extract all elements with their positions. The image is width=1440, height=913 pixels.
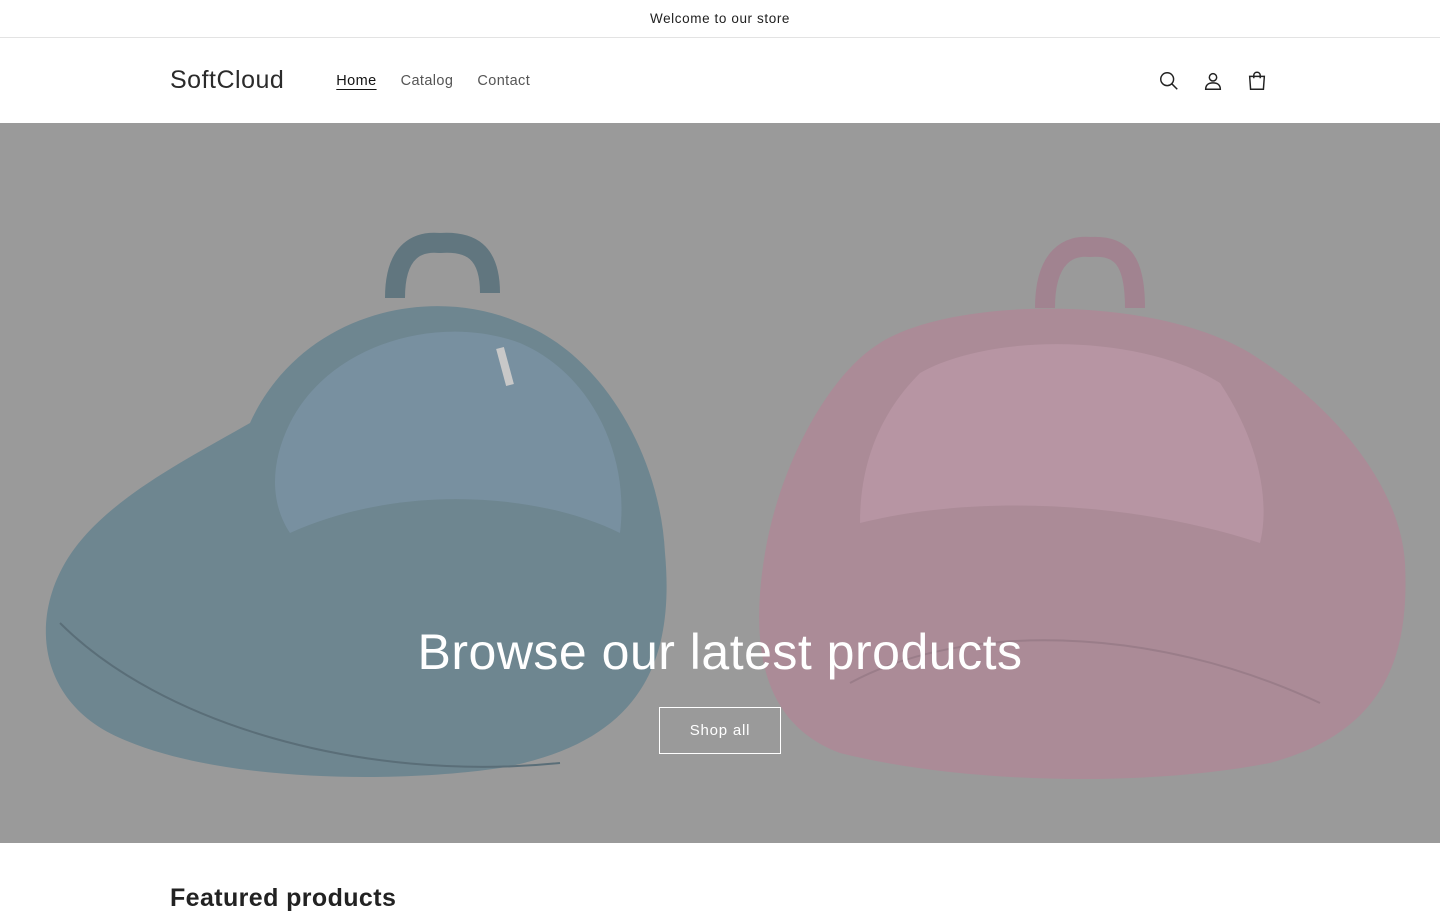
header-icons: [1156, 68, 1270, 94]
cart-icon[interactable]: [1244, 68, 1270, 94]
hero-banner: Browse our latest products Shop all: [0, 123, 1440, 843]
announcement-bar: Welcome to our store: [0, 0, 1440, 38]
hero-title: Browse our latest products: [417, 624, 1023, 680]
account-icon[interactable]: [1200, 68, 1226, 94]
search-icon[interactable]: [1156, 68, 1182, 94]
nav-contact[interactable]: Contact: [465, 73, 542, 89]
store-logo[interactable]: SoftCloud: [170, 66, 284, 95]
site-header: SoftCloud Home Catalog Contact: [0, 38, 1440, 123]
nav-home[interactable]: Home: [324, 73, 388, 89]
main-nav: Home Catalog Contact: [324, 73, 542, 89]
announcement-text: Welcome to our store: [649, 11, 791, 26]
nav-catalog[interactable]: Catalog: [389, 73, 466, 89]
hero-content: Browse our latest products Shop all: [0, 623, 1440, 754]
featured-products-heading: Featured products: [170, 884, 397, 912]
shop-all-button[interactable]: Shop all: [659, 707, 781, 754]
